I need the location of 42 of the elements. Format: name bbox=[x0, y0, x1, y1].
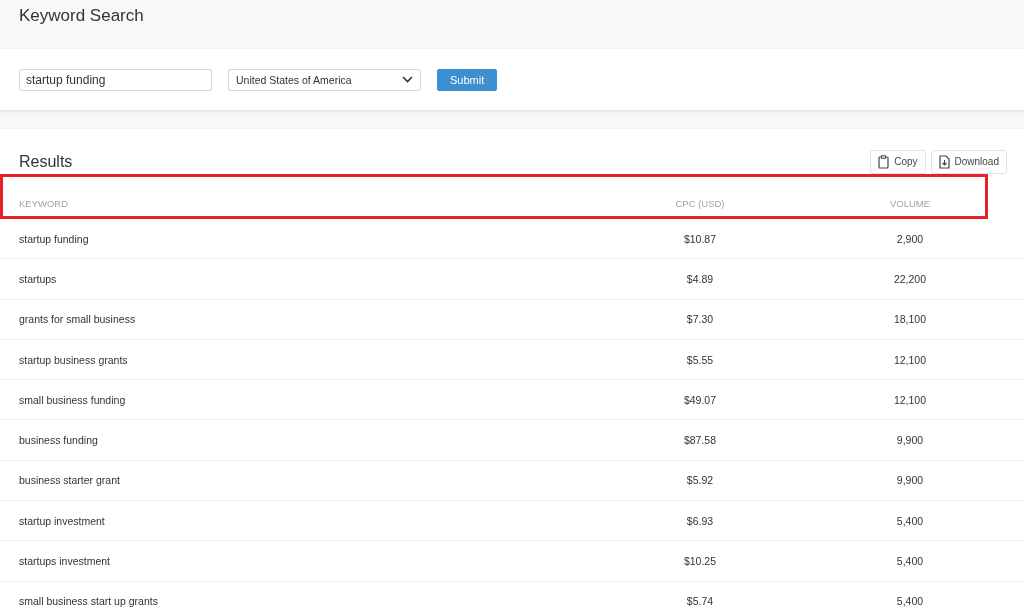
table-cell-text: $49.07 bbox=[682, 393, 718, 406]
table-cell-text: $6.93 bbox=[685, 514, 715, 527]
table-cell-text: small business funding bbox=[18, 393, 127, 406]
table-cell-text: 5,400 bbox=[895, 514, 925, 527]
table-cell-text: $5.92 bbox=[685, 474, 715, 487]
page-title: Keyword Search bbox=[19, 6, 144, 25]
download-button[interactable]: Download bbox=[930, 149, 1007, 174]
table-cell-text: business starter grant bbox=[18, 474, 121, 487]
table-cell-text: 9,900 bbox=[895, 434, 925, 447]
table-cell-text: startups bbox=[18, 272, 58, 285]
table-cell-text: $10.25 bbox=[682, 555, 718, 567]
table-cell-text: 22,200 bbox=[892, 272, 928, 285]
keyword-input[interactable]: startup funding bbox=[19, 68, 212, 91]
column-header: KEYWORD bbox=[18, 197, 70, 209]
table-cell-text: $87.58 bbox=[682, 434, 718, 447]
table-cell-text: grants for small business bbox=[18, 313, 137, 326]
country-select[interactable]: United States of America bbox=[228, 68, 421, 91]
table-cell-text: small business start up grants bbox=[18, 595, 159, 608]
table-cell-text: 5,400 bbox=[895, 595, 925, 608]
table-cell-text: 2,900 bbox=[895, 232, 925, 245]
table-cell-text: $4.89 bbox=[685, 272, 715, 285]
table-cell-text: $5.55 bbox=[685, 353, 715, 366]
table-cell-text: $5.74 bbox=[685, 595, 715, 608]
table-cell-text: $7.30 bbox=[685, 313, 715, 326]
table-cell-text: 5,400 bbox=[895, 555, 925, 567]
table-cell-text: startup funding bbox=[18, 232, 90, 245]
table-cell-text: 12,100 bbox=[892, 353, 928, 366]
column-header: VOLUME bbox=[888, 197, 932, 209]
table-cell-text: $10.87 bbox=[682, 232, 718, 245]
table-cell-text: startup investment bbox=[18, 514, 106, 527]
file-download-icon bbox=[938, 154, 950, 169]
copy-button[interactable]: Copy bbox=[870, 149, 926, 174]
table-cell-text: 18,100 bbox=[892, 313, 928, 326]
table-cell-text: 9,900 bbox=[895, 474, 925, 487]
chevron-down-icon bbox=[402, 76, 413, 83]
table-cell-text: startups investment bbox=[18, 555, 112, 567]
table-cell-text: business funding bbox=[18, 434, 99, 447]
clipboard-icon bbox=[878, 154, 890, 169]
table-cell-text: 12,100 bbox=[892, 393, 928, 406]
column-header: CPC (USD) bbox=[674, 197, 726, 209]
results-title: Results bbox=[19, 152, 73, 171]
table-cell-text: startup business grants bbox=[18, 353, 129, 366]
